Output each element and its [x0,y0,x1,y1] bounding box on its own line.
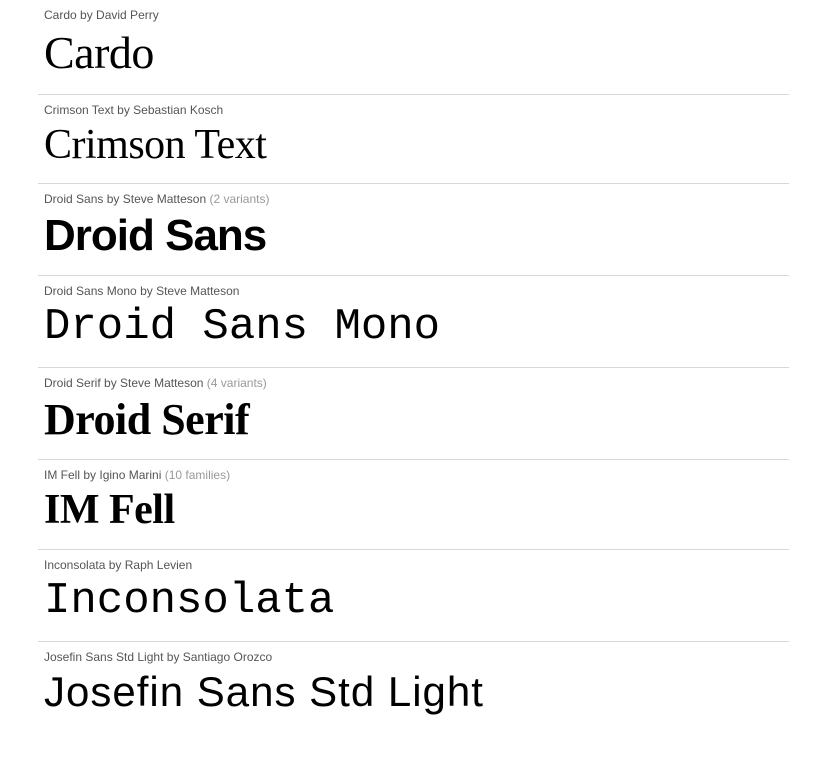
font-name: Josefin Sans Std Light [44,650,163,664]
font-preview: Josefin Sans Std Light [44,666,789,719]
font-name: Crimson Text [44,103,114,117]
font-author: Steve Matteson [120,376,203,390]
font-author: Steve Matteson [156,284,239,298]
font-author: David Perry [96,8,159,22]
font-meta: Inconsolata by Raph Levien [44,558,789,572]
font-name: Droid Sans Mono [44,284,137,298]
font-meta: Josefin Sans Std Light by Santiago Orozc… [44,650,789,664]
font-by-text: by [140,284,156,298]
font-item[interactable]: Droid Serif by Steve Matteson (4 variant… [38,368,789,460]
font-preview: Droid Serif [44,392,789,447]
font-item[interactable]: Inconsolata by Raph Levien Inconsolata [38,550,789,642]
font-by-text: by [107,192,123,206]
font-by-text: by [117,103,133,117]
font-by-text: by [109,558,125,572]
font-extra: (10 families) [165,468,230,482]
font-meta: IM Fell by Igino Marini (10 families) [44,468,789,482]
font-name: Droid Sans [44,192,103,206]
font-name: IM Fell [44,468,80,482]
font-meta: Droid Sans by Steve Matteson (2 variants… [44,192,789,206]
font-meta: Cardo by David Perry [44,8,789,22]
font-author: Santiago Orozco [183,650,272,664]
font-extra: (4 variants) [207,376,267,390]
font-preview: IM Fell [44,484,789,537]
font-list: Cardo by David Perry Cardo Crimson Text … [0,0,827,730]
font-item[interactable]: IM Fell by Igino Marini (10 families) IM… [38,460,789,550]
font-author: Raph Levien [125,558,192,572]
font-by-text: by [83,468,99,482]
font-preview: Inconsolata [44,574,789,629]
font-preview: Droid Sans [44,208,789,263]
font-item[interactable]: Cardo by David Perry Cardo [38,0,789,95]
font-preview: Cardo [44,24,789,82]
font-item[interactable]: Josefin Sans Std Light by Santiago Orozc… [38,642,789,731]
font-author: Igino Marini [99,468,161,482]
font-author: Steve Matteson [123,192,206,206]
font-preview: Droid Sans Mono [44,300,789,355]
font-meta: Droid Serif by Steve Matteson (4 variant… [44,376,789,390]
font-author: Sebastian Kosch [133,103,223,117]
font-item[interactable]: Crimson Text by Sebastian Kosch Crimson … [38,95,789,185]
font-extra: (2 variants) [209,192,269,206]
font-name: Droid Serif [44,376,101,390]
font-by-text: by [167,650,183,664]
font-name: Inconsolata [44,558,105,572]
font-meta: Droid Sans Mono by Steve Matteson [44,284,789,298]
font-preview: Crimson Text [44,119,789,172]
font-name: Cardo [44,8,77,22]
font-item[interactable]: Droid Sans by Steve Matteson (2 variants… [38,184,789,276]
font-by-text: by [80,8,96,22]
font-by-text: by [104,376,120,390]
font-item[interactable]: Droid Sans Mono by Steve Matteson Droid … [38,276,789,368]
font-meta: Crimson Text by Sebastian Kosch [44,103,789,117]
